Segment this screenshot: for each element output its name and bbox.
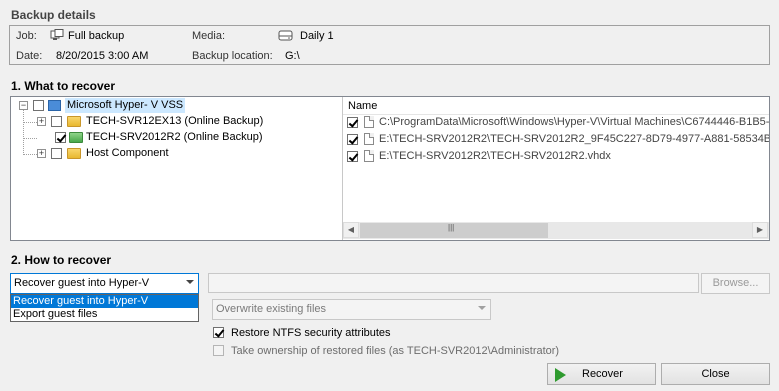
- file-name: E:\TECH-SRV2012R2\TECH-SRV2012R2_9F45C22…: [379, 133, 769, 145]
- tree-checkbox-tech-srv2012r2[interactable]: [55, 132, 66, 143]
- tree-item-host-component[interactable]: + Host Component: [11, 146, 342, 161]
- play-icon: [555, 368, 566, 382]
- file-list[interactable]: Name C:\ProgramData\Microsoft\Windows\Hy…: [343, 97, 769, 240]
- drive-icon: [278, 30, 293, 41]
- browse-button[interactable]: Browse...: [701, 273, 770, 294]
- restore-ntfs-label: Restore NTFS security attributes: [231, 327, 391, 339]
- tree-view[interactable]: − Microsoft Hyper- V VSS + TECH-SVR12EX1…: [11, 97, 342, 240]
- how-to-recover-title: 2. How to recover: [11, 253, 112, 267]
- file-checkbox[interactable]: [347, 134, 358, 145]
- job-icon: [50, 29, 64, 41]
- tree-item-label: TECH-SVR12EX13 (Online Backup): [86, 115, 264, 127]
- recover-button[interactable]: Recover: [547, 363, 656, 385]
- backup-details-title: Backup details: [11, 8, 96, 22]
- destination-path-input[interactable]: [208, 273, 699, 293]
- date-value: 8/20/2015 3:00 AM: [56, 50, 149, 62]
- tree-checkbox-host-component[interactable]: [51, 148, 62, 159]
- date-label: Date:: [16, 50, 43, 62]
- chevron-down-icon[interactable]: [186, 280, 194, 284]
- tree-checkbox-tech-svr12ex13[interactable]: [51, 116, 62, 127]
- take-ownership-label: Take ownership of restored files (as TEC…: [231, 345, 560, 357]
- folder-icon: [67, 116, 81, 127]
- file-row[interactable]: E:\TECH-SRV2012R2\TECH-SRV2012R2.vhdx: [343, 149, 769, 165]
- scroll-right-icon[interactable]: ▶: [752, 222, 768, 238]
- close-button[interactable]: Close: [661, 363, 770, 385]
- list-header[interactable]: Name: [343, 97, 769, 115]
- media-value: Daily 1: [300, 30, 334, 42]
- file-name: C:\ProgramData\Microsoft\Windows\Hyper-V…: [379, 116, 769, 128]
- file-icon: [364, 133, 374, 145]
- column-header-name[interactable]: Name: [348, 100, 377, 112]
- tree-item-hyperv-vss[interactable]: − Microsoft Hyper- V VSS: [11, 98, 342, 113]
- tree-item-tech-svr12ex13[interactable]: + TECH-SVR12EX13 (Online Backup): [11, 114, 342, 129]
- expand-icon[interactable]: +: [37, 117, 46, 126]
- location-value: G:\: [285, 50, 300, 62]
- file-name: E:\TECH-SRV2012R2\TECH-SRV2012R2.vhdx: [379, 150, 611, 162]
- tree-item-label: Host Component: [86, 147, 169, 159]
- restore-ntfs-checkbox[interactable]: [213, 327, 224, 338]
- tree-checkbox-hyperv-vss[interactable]: [33, 100, 44, 111]
- collapse-icon[interactable]: −: [19, 101, 28, 110]
- vm-folder-icon: [69, 132, 83, 143]
- what-to-recover-title: 1. What to recover: [11, 79, 116, 93]
- overwrite-select[interactable]: Overwrite existing files: [212, 299, 491, 320]
- file-checkbox[interactable]: [347, 117, 358, 128]
- file-row[interactable]: C:\ProgramData\Microsoft\Windows\Hyper-V…: [343, 115, 769, 131]
- overwrite-selected: Overwrite existing files: [216, 303, 327, 315]
- recover-button-label: Recover: [582, 368, 623, 380]
- scroll-thumb[interactable]: |||: [360, 223, 548, 238]
- scroll-left-icon[interactable]: ◀: [343, 222, 359, 238]
- chevron-down-icon[interactable]: [478, 306, 486, 310]
- file-icon: [364, 116, 374, 128]
- file-row[interactable]: E:\TECH-SRV2012R2\TECH-SRV2012R2_9F45C22…: [343, 132, 769, 148]
- dropdown-option-label: Recover guest into Hyper-V: [13, 295, 149, 307]
- location-label: Backup location:: [192, 50, 273, 62]
- backup-details-box: Job: Full backup Date: 8/20/2015 3:00 AM…: [9, 25, 770, 65]
- dropdown-option-hyperv[interactable]: Recover guest into Hyper-V: [11, 295, 198, 308]
- recover-mode-select[interactable]: Recover guest into Hyper-V: [10, 273, 199, 294]
- job-label: Job:: [16, 30, 37, 42]
- media-label: Media:: [192, 30, 226, 42]
- recover-selection-panel: − Microsoft Hyper- V VSS + TECH-SVR12EX1…: [10, 96, 770, 241]
- dropdown-option-label: Export guest files: [13, 308, 98, 320]
- recover-mode-dropdown[interactable]: Recover guest into Hyper-V Export guest …: [10, 294, 199, 322]
- take-ownership-checkbox[interactable]: [213, 345, 224, 356]
- dropdown-option-export[interactable]: Export guest files: [11, 308, 198, 321]
- tree-item-tech-srv2012r2[interactable]: TECH-SRV2012R2 (Online Backup): [11, 130, 342, 145]
- vss-icon: [48, 100, 61, 111]
- tree-item-label: Microsoft Hyper- V VSS: [65, 98, 186, 113]
- expand-icon[interactable]: +: [37, 149, 46, 158]
- job-value: Full backup: [68, 30, 125, 42]
- tree-item-label: TECH-SRV2012R2 (Online Backup): [86, 131, 263, 143]
- recover-mode-selected: Recover guest into Hyper-V: [14, 277, 150, 289]
- file-checkbox[interactable]: [347, 151, 358, 162]
- horizontal-scrollbar[interactable]: ◀ ||| ▶: [343, 222, 769, 239]
- file-icon: [364, 150, 374, 162]
- folder-icon: [67, 148, 81, 159]
